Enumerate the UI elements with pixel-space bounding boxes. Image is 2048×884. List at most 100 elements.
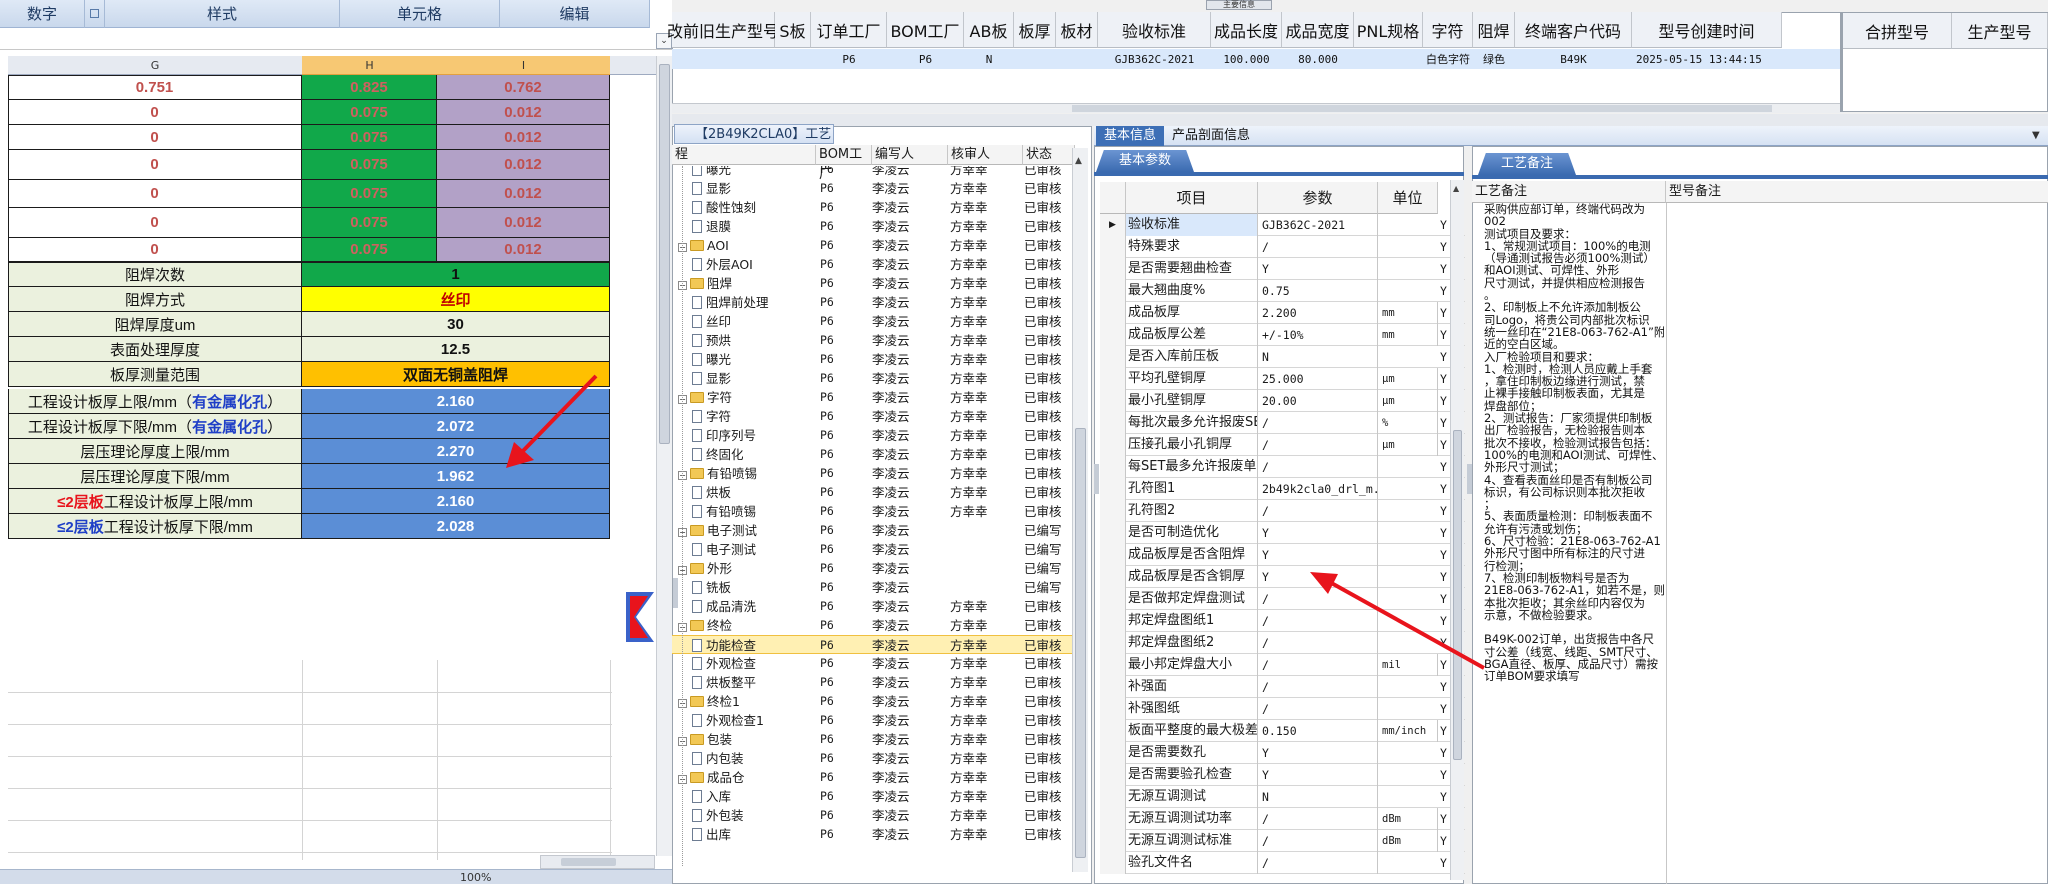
- cell-g[interactable]: 0: [8, 180, 302, 208]
- model-col-14[interactable]: 型号创建时间: [1632, 12, 1782, 48]
- cell-h[interactable]: 0.075: [302, 238, 437, 262]
- flow-row[interactable]: 出库 P6 李凌云 方幸幸 已审核: [672, 825, 1082, 844]
- cell-i[interactable]: 0.762: [437, 75, 610, 100]
- flow-step[interactable]: 退膜: [692, 217, 731, 236]
- flow-step[interactable]: − 有铅喷锡: [678, 464, 757, 483]
- flow-row[interactable]: − 成品仓 P6 李凌云 方幸幸 已审核: [672, 768, 1082, 787]
- flow-step[interactable]: − 阻焊: [678, 274, 732, 293]
- param-value[interactable]: 25.000: [1260, 368, 1378, 390]
- model-cell[interactable]: GJB362C-2021: [1098, 49, 1211, 69]
- flow-row[interactable]: − 终检 P6 李凌云 方幸幸 已审核: [672, 616, 1082, 635]
- col-merge-model[interactable]: 合拼型号: [1843, 13, 1952, 49]
- param-value[interactable]: N: [1260, 346, 1378, 368]
- scroll-up-icon[interactable]: ▲: [1453, 184, 1459, 193]
- cell-h[interactable]: 0.075: [302, 100, 437, 125]
- param-row[interactable]: 无源互调测试功率 / dBm Y: [1100, 808, 1465, 830]
- cell-i[interactable]: 0.012: [437, 100, 610, 125]
- flow-step[interactable]: 字符: [692, 407, 731, 426]
- cell-g[interactable]: 0: [8, 238, 302, 262]
- param-value[interactable]: Y: [1260, 544, 1378, 566]
- scroll-up-icon[interactable]: ▲: [1075, 156, 1082, 166]
- flow-row[interactable]: 有铅喷锡 P6 李凌云 方幸幸 已审核: [672, 502, 1082, 521]
- param-row[interactable]: 无源互调测试 N Y: [1100, 786, 1465, 808]
- flow-row[interactable]: 显影 P6 李凌云 方幸幸 已审核: [672, 369, 1082, 388]
- flow-row[interactable]: − 阻焊 P6 李凌云 方幸幸 已审核: [672, 274, 1082, 293]
- flow-step[interactable]: − 外形: [678, 559, 732, 578]
- param-row[interactable]: 是否可制造优化 Y Y: [1100, 522, 1465, 544]
- spec-value[interactable]: 丝印: [302, 287, 610, 312]
- param-row[interactable]: 成品板厚是否含阻焊 Y Y: [1100, 544, 1465, 566]
- param-value[interactable]: Y: [1260, 764, 1378, 786]
- param-row[interactable]: 是否需要验孔检查 Y Y: [1100, 764, 1465, 786]
- flow-row[interactable]: − 电子测试 P6 李凌云 已编写: [672, 521, 1082, 540]
- ribbon-group-editing[interactable]: 编辑: [500, 0, 650, 28]
- flow-step[interactable]: 酸性蚀刻: [692, 198, 756, 217]
- model-cell[interactable]: 100.000: [1211, 49, 1282, 69]
- param-value[interactable]: /: [1260, 852, 1378, 874]
- model-cell[interactable]: B49K: [1515, 49, 1632, 69]
- flow-step[interactable]: − 成品仓: [678, 768, 745, 787]
- param-value[interactable]: /: [1260, 808, 1378, 830]
- model-col-1[interactable]: S板: [775, 12, 811, 48]
- flow-row[interactable]: 终固化 P6 李凌云 方幸幸 已审核: [672, 445, 1082, 464]
- flow-row[interactable]: 退膜 P6 李凌云 方幸幸 已审核: [672, 217, 1082, 236]
- scroll-thumb[interactable]: [561, 858, 616, 866]
- flow-step[interactable]: 出库: [692, 825, 731, 844]
- cell-i[interactable]: 0.012: [437, 125, 610, 150]
- tab-product-section[interactable]: 产品剖面信息: [1172, 126, 1272, 146]
- model-cell[interactable]: 白色字符: [1423, 49, 1473, 69]
- flow-row[interactable]: 外包装 P6 李凌云 方幸幸 已审核: [672, 806, 1082, 825]
- param-row[interactable]: 成品板厚公差 +/-10% mm Y: [1100, 324, 1465, 346]
- left-splitter-handle[interactable]: [673, 578, 678, 608]
- flow-row[interactable]: − 外形 P6 李凌云 已编写: [672, 559, 1082, 578]
- flow-step[interactable]: 入库: [692, 787, 731, 806]
- model-cell[interactable]: [1014, 49, 1056, 69]
- tab-basic-info[interactable]: 基本信息: [1096, 126, 1164, 146]
- param-row[interactable]: 无源互调测试标准 / dBm Y: [1100, 830, 1465, 852]
- param-value[interactable]: /: [1260, 456, 1378, 478]
- param-value[interactable]: /: [1260, 830, 1378, 852]
- model-cell[interactable]: 绿色: [1473, 49, 1515, 69]
- flow-row[interactable]: 酸性蚀刻 P6 李凌云 方幸幸 已审核: [672, 198, 1082, 217]
- param-value[interactable]: Y: [1260, 742, 1378, 764]
- flow-row[interactable]: 外观检查 P6 李凌云 方幸幸 已审核: [672, 654, 1082, 673]
- flow-row[interactable]: − AOI P6 李凌云 方幸幸 已审核: [672, 236, 1082, 255]
- flow-col-0[interactable]: 程: [672, 145, 816, 165]
- scroll-thumb[interactable]: [659, 64, 670, 444]
- flow-step[interactable]: 内包装: [692, 749, 744, 768]
- flow-row[interactable]: 字符 P6 李凌云 方幸幸 已审核: [672, 407, 1082, 426]
- tab-process-remarks[interactable]: 工艺备注: [1478, 153, 1576, 175]
- cell-h[interactable]: 0.075: [302, 150, 437, 180]
- flow-row[interactable]: 预烘 P6 李凌云 方幸幸 已审核: [672, 331, 1082, 350]
- formula-bar[interactable]: [0, 28, 672, 50]
- remarks-col-process[interactable]: 工艺备注: [1472, 181, 1666, 203]
- model-col-9[interactable]: 成品宽度: [1282, 12, 1354, 48]
- flow-step[interactable]: 显影: [692, 369, 731, 388]
- cell-h[interactable]: 0.075: [302, 208, 437, 238]
- model-col-4[interactable]: AB板: [964, 12, 1014, 48]
- flow-row[interactable]: 外层AOI P6 李凌云 方幸幸 已审核: [672, 255, 1082, 274]
- flow-row[interactable]: 丝印 P6 李凌云 方幸幸 已审核: [672, 312, 1082, 331]
- flow-step[interactable]: − AOI: [678, 236, 729, 255]
- flow-step[interactable]: 显影: [692, 179, 731, 198]
- param-col-unit[interactable]: 单位: [1378, 182, 1438, 214]
- scroll-thumb[interactable]: [1072, 105, 1772, 112]
- ribbon-group-cells[interactable]: 单元格: [340, 0, 500, 28]
- param-value[interactable]: 2b49k2cla0_drl_m...: [1260, 478, 1378, 500]
- param-value[interactable]: 0.150: [1260, 720, 1378, 742]
- model-col-5[interactable]: 板厚: [1014, 12, 1056, 48]
- param-row[interactable]: 补强图纸 / Y: [1100, 698, 1465, 720]
- flow-step[interactable]: 曝光: [692, 350, 731, 369]
- model-cell[interactable]: [1354, 49, 1423, 69]
- flow-row[interactable]: 阻焊前处理 P6 李凌云 方幸幸 已审核: [672, 293, 1082, 312]
- model-col-11[interactable]: 字符: [1423, 12, 1473, 48]
- flow-row[interactable]: 成品清洗 P6 李凌云 方幸幸 已审核: [672, 597, 1082, 616]
- cell-h[interactable]: 0.825: [302, 75, 437, 100]
- param-value[interactable]: /: [1260, 434, 1378, 456]
- flow-row[interactable]: − 有铅喷锡 P6 李凌云 方幸幸 已审核: [672, 464, 1082, 483]
- flow-row[interactable]: 显影 P6 李凌云 方幸幸 已审核: [672, 179, 1082, 198]
- flow-col-4[interactable]: 状态: [1023, 145, 1075, 165]
- flow-step[interactable]: 丝印: [692, 312, 731, 331]
- model-col-10[interactable]: PNL规格: [1354, 12, 1423, 48]
- param-value[interactable]: /: [1260, 698, 1378, 720]
